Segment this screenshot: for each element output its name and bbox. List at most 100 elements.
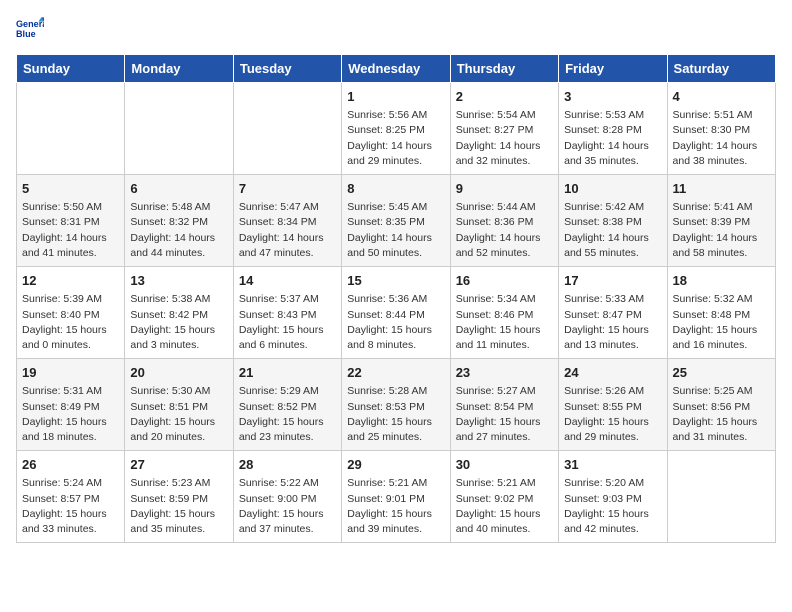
calendar-cell: 22 Sunrise: 5:28 AM Sunset: 8:53 PM Dayli…	[342, 359, 450, 451]
day-number: 10	[564, 180, 661, 198]
logo: General Blue	[16, 16, 44, 44]
day-info: Sunrise: 5:51 AM Sunset: 8:30 PM Dayligh…	[673, 108, 770, 169]
day-number: 15	[347, 272, 444, 290]
day-number: 3	[564, 88, 661, 106]
day-info: Sunrise: 5:41 AM Sunset: 8:39 PM Dayligh…	[673, 200, 770, 261]
day-info: Sunrise: 5:37 AM Sunset: 8:43 PM Dayligh…	[239, 292, 336, 353]
day-info: Sunrise: 5:31 AM Sunset: 8:49 PM Dayligh…	[22, 384, 119, 445]
column-header-sunday: Sunday	[17, 55, 125, 83]
day-number: 6	[130, 180, 227, 198]
day-number: 8	[347, 180, 444, 198]
calendar-cell: 1Sunrise: 5:56 AM Sunset: 8:25 PM Daylig…	[342, 83, 450, 175]
day-number: 5	[22, 180, 119, 198]
calendar-cell: 9Sunrise: 5:44 AM Sunset: 8:36 PM Daylig…	[450, 175, 558, 267]
day-number: 2	[456, 88, 553, 106]
calendar-cell: 4 Sunrise: 5:51 AM Sunset: 8:30 PM Daylig…	[667, 83, 775, 175]
page-header: General Blue	[16, 16, 776, 44]
calendar-header-row: SundayMondayTuesdayWednesdayThursdayFrid…	[17, 55, 776, 83]
calendar-table: SundayMondayTuesdayWednesdayThursdayFrid…	[16, 54, 776, 543]
svg-text:Blue: Blue	[16, 29, 36, 39]
calendar-week-row: 1Sunrise: 5:56 AM Sunset: 8:25 PM Daylig…	[17, 83, 776, 175]
day-info: Sunrise: 5:21 AM Sunset: 9:01 PM Dayligh…	[347, 476, 444, 537]
logo-icon: General Blue	[16, 16, 44, 44]
calendar-cell: 14 Sunrise: 5:37 AM Sunset: 8:43 PM Dayli…	[233, 267, 341, 359]
day-number: 18	[673, 272, 770, 290]
calendar-week-row: 5Sunrise: 5:50 AM Sunset: 8:31 PM Daylig…	[17, 175, 776, 267]
day-number: 29	[347, 456, 444, 474]
day-number: 20	[130, 364, 227, 382]
day-info: Sunrise: 5:25 AM Sunset: 8:56 PM Dayligh…	[673, 384, 770, 445]
calendar-cell: 18 Sunrise: 5:32 AM Sunset: 8:48 PM Dayli…	[667, 267, 775, 359]
calendar-cell: 20 Sunrise: 5:30 AM Sunset: 8:51 PM Dayli…	[125, 359, 233, 451]
day-info: Sunrise: 5:33 AM Sunset: 8:47 PM Dayligh…	[564, 292, 661, 353]
day-number: 21	[239, 364, 336, 382]
day-number: 9	[456, 180, 553, 198]
calendar-cell: 2 Sunrise: 5:54 AM Sunset: 8:27 PM Daylig…	[450, 83, 558, 175]
calendar-cell: 19 Sunrise: 5:31 AM Sunset: 8:49 PM Dayli…	[17, 359, 125, 451]
day-number: 19	[22, 364, 119, 382]
day-info: Sunrise: 5:32 AM Sunset: 8:48 PM Dayligh…	[673, 292, 770, 353]
day-info: Sunrise: 5:20 AM Sunset: 9:03 PM Dayligh…	[564, 476, 661, 537]
calendar-cell: 16Sunrise: 5:34 AM Sunset: 8:46 PM Dayli…	[450, 267, 558, 359]
day-info: Sunrise: 5:24 AM Sunset: 8:57 PM Dayligh…	[22, 476, 119, 537]
calendar-cell: 25 Sunrise: 5:25 AM Sunset: 8:56 PM Dayli…	[667, 359, 775, 451]
calendar-cell	[667, 451, 775, 543]
day-info: Sunrise: 5:36 AM Sunset: 8:44 PM Dayligh…	[347, 292, 444, 353]
day-info: Sunrise: 5:26 AM Sunset: 8:55 PM Dayligh…	[564, 384, 661, 445]
calendar-week-row: 26 Sunrise: 5:24 AM Sunset: 8:57 PM Dayli…	[17, 451, 776, 543]
calendar-cell: 7 Sunrise: 5:47 AM Sunset: 8:34 PM Daylig…	[233, 175, 341, 267]
calendar-cell: 6 Sunrise: 5:48 AM Sunset: 8:32 PM Daylig…	[125, 175, 233, 267]
day-info: Sunrise: 5:38 AM Sunset: 8:42 PM Dayligh…	[130, 292, 227, 353]
day-info: Sunrise: 5:48 AM Sunset: 8:32 PM Dayligh…	[130, 200, 227, 261]
day-info: Sunrise: 5:47 AM Sunset: 8:34 PM Dayligh…	[239, 200, 336, 261]
calendar-cell: 23 Sunrise: 5:27 AM Sunset: 8:54 PM Dayli…	[450, 359, 558, 451]
day-number: 14	[239, 272, 336, 290]
calendar-week-row: 19 Sunrise: 5:31 AM Sunset: 8:49 PM Dayli…	[17, 359, 776, 451]
day-number: 22	[347, 364, 444, 382]
day-info: Sunrise: 5:29 AM Sunset: 8:52 PM Dayligh…	[239, 384, 336, 445]
day-info: Sunrise: 5:23 AM Sunset: 8:59 PM Dayligh…	[130, 476, 227, 537]
column-header-wednesday: Wednesday	[342, 55, 450, 83]
calendar-cell: 27 Sunrise: 5:23 AM Sunset: 8:59 PM Dayli…	[125, 451, 233, 543]
day-number: 4	[673, 88, 770, 106]
column-header-thursday: Thursday	[450, 55, 558, 83]
day-number: 23	[456, 364, 553, 382]
day-info: Sunrise: 5:39 AM Sunset: 8:40 PM Dayligh…	[22, 292, 119, 353]
column-header-friday: Friday	[559, 55, 667, 83]
calendar-cell	[17, 83, 125, 175]
day-info: Sunrise: 5:30 AM Sunset: 8:51 PM Dayligh…	[130, 384, 227, 445]
day-info: Sunrise: 5:28 AM Sunset: 8:53 PM Dayligh…	[347, 384, 444, 445]
calendar-cell: 12Sunrise: 5:39 AM Sunset: 8:40 PM Dayli…	[17, 267, 125, 359]
calendar-cell: 30 Sunrise: 5:21 AM Sunset: 9:02 PM Dayli…	[450, 451, 558, 543]
day-number: 13	[130, 272, 227, 290]
day-number: 30	[456, 456, 553, 474]
day-number: 28	[239, 456, 336, 474]
day-info: Sunrise: 5:53 AM Sunset: 8:28 PM Dayligh…	[564, 108, 661, 169]
day-number: 11	[673, 180, 770, 198]
day-number: 7	[239, 180, 336, 198]
day-number: 25	[673, 364, 770, 382]
calendar-cell: 24Sunrise: 5:26 AM Sunset: 8:55 PM Dayli…	[559, 359, 667, 451]
day-info: Sunrise: 5:54 AM Sunset: 8:27 PM Dayligh…	[456, 108, 553, 169]
calendar-cell: 17Sunrise: 5:33 AM Sunset: 8:47 PM Dayli…	[559, 267, 667, 359]
calendar-cell: 21 Sunrise: 5:29 AM Sunset: 8:52 PM Dayli…	[233, 359, 341, 451]
calendar-cell: 3 Sunrise: 5:53 AM Sunset: 8:28 PM Daylig…	[559, 83, 667, 175]
column-header-saturday: Saturday	[667, 55, 775, 83]
day-number: 31	[564, 456, 661, 474]
calendar-cell: 10 Sunrise: 5:42 AM Sunset: 8:38 PM Dayli…	[559, 175, 667, 267]
day-info: Sunrise: 5:27 AM Sunset: 8:54 PM Dayligh…	[456, 384, 553, 445]
calendar-week-row: 12Sunrise: 5:39 AM Sunset: 8:40 PM Dayli…	[17, 267, 776, 359]
column-header-monday: Monday	[125, 55, 233, 83]
calendar-cell: 15 Sunrise: 5:36 AM Sunset: 8:44 PM Dayli…	[342, 267, 450, 359]
calendar-cell: 26 Sunrise: 5:24 AM Sunset: 8:57 PM Dayli…	[17, 451, 125, 543]
calendar-cell: 28Sunrise: 5:22 AM Sunset: 9:00 PM Dayli…	[233, 451, 341, 543]
day-number: 27	[130, 456, 227, 474]
day-info: Sunrise: 5:21 AM Sunset: 9:02 PM Dayligh…	[456, 476, 553, 537]
day-number: 26	[22, 456, 119, 474]
day-info: Sunrise: 5:42 AM Sunset: 8:38 PM Dayligh…	[564, 200, 661, 261]
calendar-cell: 29 Sunrise: 5:21 AM Sunset: 9:01 PM Dayli…	[342, 451, 450, 543]
day-info: Sunrise: 5:45 AM Sunset: 8:35 PM Dayligh…	[347, 200, 444, 261]
day-info: Sunrise: 5:34 AM Sunset: 8:46 PM Dayligh…	[456, 292, 553, 353]
calendar-cell: 13 Sunrise: 5:38 AM Sunset: 8:42 PM Dayli…	[125, 267, 233, 359]
calendar-cell	[233, 83, 341, 175]
